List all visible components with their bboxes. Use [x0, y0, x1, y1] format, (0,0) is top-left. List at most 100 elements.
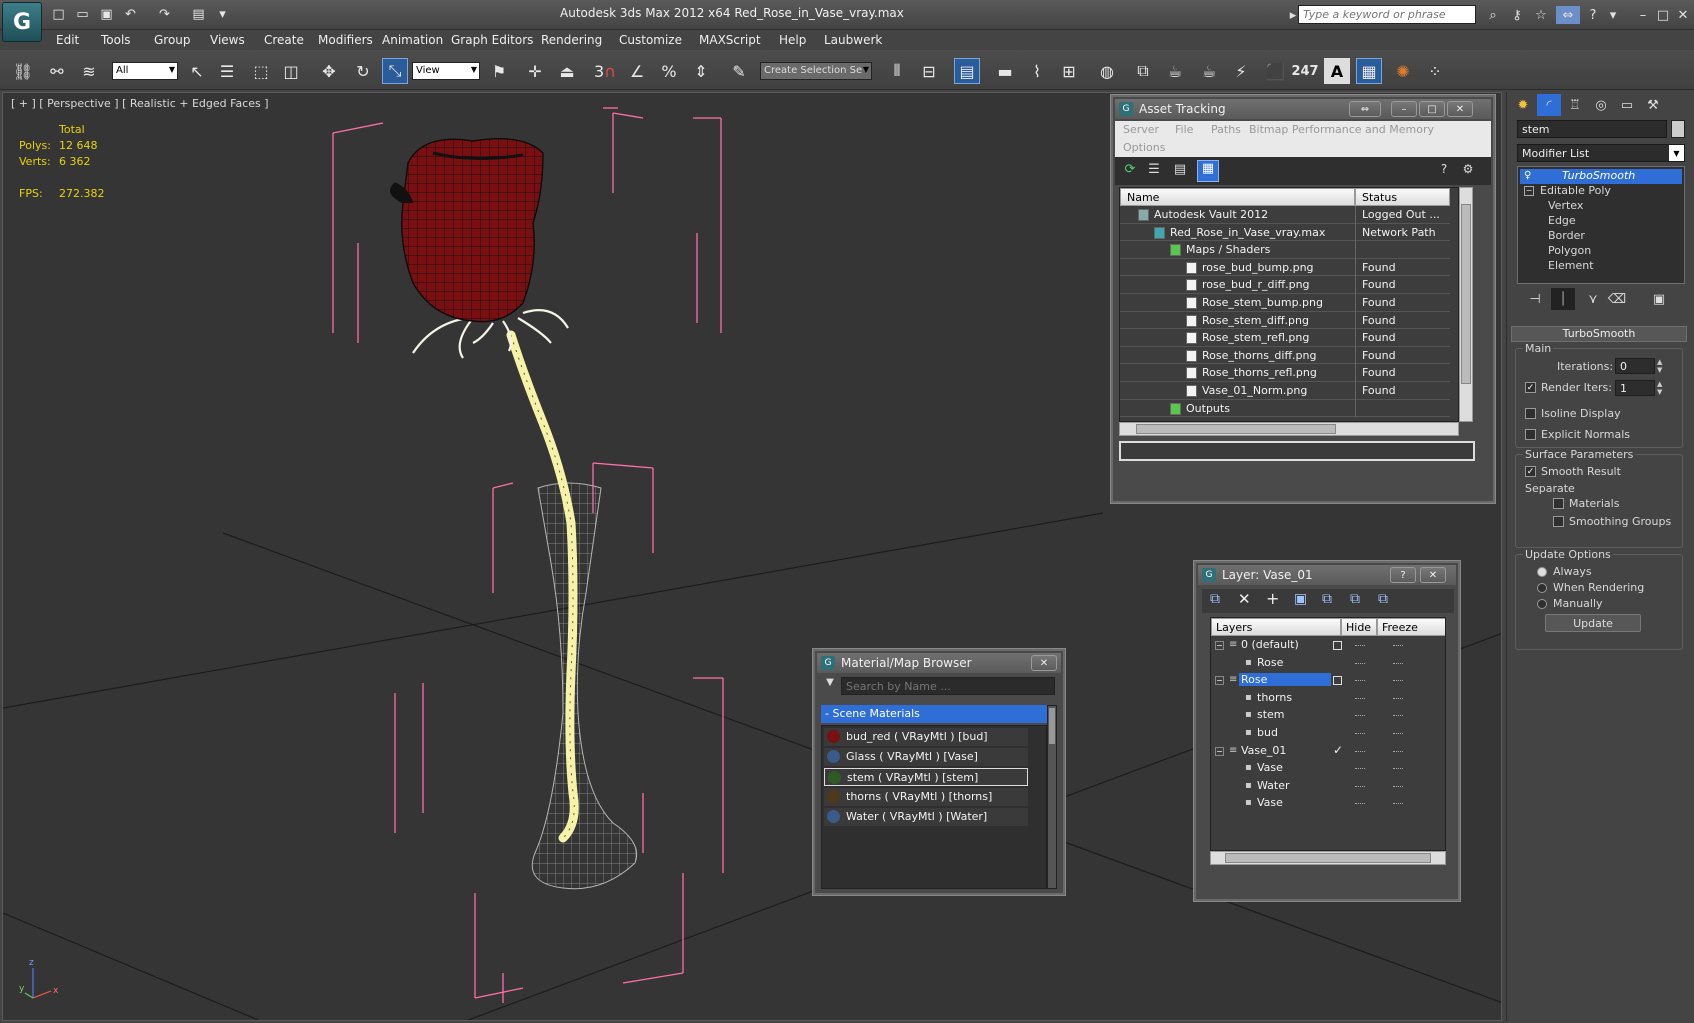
layer-h-scroll-thumb[interactable] [1225, 853, 1431, 863]
menu-options[interactable]: Options [1123, 141, 1165, 154]
make-unique-icon[interactable]: ⋎ [1581, 288, 1605, 310]
rotate-icon[interactable]: ↻ [350, 58, 376, 84]
render-production-icon[interactable]: ☕ [1196, 58, 1222, 84]
render-setup-icon[interactable]: ⧉ [1130, 58, 1156, 84]
asset-row[interactable]: Rose_stem_bump.png Found [1120, 294, 1450, 312]
object-name-field[interactable]: stem [1517, 120, 1667, 138]
reference-coordinate-dropdown[interactable]: View [412, 62, 480, 80]
column-header-name[interactable]: Name [1120, 188, 1355, 206]
bind-space-warp-icon[interactable]: ≋ [76, 58, 102, 84]
list-view-icon[interactable]: ☰ [1145, 162, 1163, 180]
help-icon[interactable]: ? [1435, 162, 1453, 180]
freeze-toggle[interactable] [1393, 733, 1403, 734]
stack-item-editable-poly[interactable]: Editable Poly [1540, 184, 1611, 197]
layer-horizontal-scrollbar[interactable] [1210, 851, 1446, 865]
stack-item-turbosmooth[interactable]: TurboSmooth [1520, 169, 1682, 184]
maximize-icon[interactable]: □ [1419, 101, 1445, 117]
layer-manager-icon[interactable]: ▤ [954, 58, 980, 84]
menu-server[interactable]: Server [1123, 123, 1159, 136]
named-selection-set-dropdown[interactable]: Create Selection Se [760, 62, 872, 80]
menu-file[interactable]: File [1175, 123, 1193, 136]
open-file-icon[interactable]: ▭ [74, 6, 91, 23]
hide-toggle[interactable] [1355, 662, 1365, 664]
scene-materials-group[interactable]: - Scene Materials [821, 705, 1047, 723]
asset-tracking-titlebar[interactable]: G Asset Tracking ⇔ – □ ✕ [1115, 99, 1491, 119]
menu-paths[interactable]: Paths [1211, 123, 1241, 136]
asset-vertical-scrollbar[interactable] [1459, 187, 1473, 422]
add-to-layer-icon[interactable]: + [1266, 589, 1279, 608]
new-file-icon[interactable]: □ [50, 6, 67, 23]
pivot-point-icon[interactable]: ⚑ [486, 58, 512, 84]
utilities-tab-icon[interactable]: ⚒ [1641, 94, 1665, 116]
menu-modifiers[interactable]: Modifiers [318, 33, 373, 47]
configure-sets-icon[interactable]: ▣ [1647, 288, 1671, 310]
layer-object-row[interactable]: ▪ stem [1211, 707, 1445, 725]
create-layer-icon[interactable]: ⧉ [1210, 591, 1220, 607]
mirror-icon[interactable]: ⫴ [884, 58, 910, 84]
current-layer-check-icon[interactable]: ✓ [1333, 743, 1343, 757]
asset-row[interactable]: Outputs [1120, 399, 1450, 418]
column-header-hide[interactable]: Hide [1341, 618, 1377, 636]
material-item[interactable]: bud_red ( VRayMtl ) [bud] [824, 728, 1028, 746]
collapse-icon[interactable]: − [1215, 746, 1224, 756]
current-layer-box[interactable] [1333, 641, 1342, 650]
layer-object-row[interactable]: ▪ bud [1211, 725, 1445, 743]
layer-row[interactable]: − ≡ 0 (default) [1211, 637, 1445, 655]
asset-row[interactable]: Maps / Shaders [1120, 241, 1450, 259]
menu-animation[interactable]: Animation [382, 33, 443, 47]
iterations-spinner[interactable]: 0 [1615, 358, 1655, 374]
freeze-toggle[interactable] [1393, 697, 1403, 699]
hide-toggle[interactable] [1355, 733, 1365, 734]
menu-create[interactable]: Create [264, 33, 304, 47]
separate-smoothing-groups-checkbox[interactable] [1553, 516, 1564, 527]
key-icon[interactable]: ⚷ [1508, 6, 1526, 24]
window-crossing-icon[interactable]: ◫ [278, 58, 304, 84]
material-item[interactable]: thorns ( VRayMtl ) [thorns] [824, 788, 1028, 806]
refresh-icon[interactable]: ⟳ [1121, 162, 1139, 180]
menu-graph-editors[interactable]: Graph Editors [451, 33, 533, 47]
separate-materials-checkbox[interactable] [1553, 498, 1564, 509]
layer-object-row[interactable]: ▪ thorns [1211, 690, 1445, 708]
scale-icon[interactable]: ⤡ [382, 58, 408, 84]
stack-item-edge[interactable]: Edge [1548, 214, 1576, 227]
select-and-manipulate-icon[interactable]: ✛ [522, 58, 548, 84]
highlight-layer-icon[interactable]: ⧉ [1322, 591, 1332, 607]
menu-rendering[interactable]: Rendering [541, 33, 602, 47]
particle-icon[interactable]: ✺ [1390, 58, 1416, 84]
material-browser-titlebar[interactable]: G Material/Map Browser ✕ [817, 653, 1061, 673]
stack-item-border[interactable]: Border [1548, 229, 1585, 242]
curve-editor-icon[interactable]: ⌇ [1024, 58, 1050, 84]
hide-toggle[interactable] [1355, 645, 1365, 646]
current-layer-box[interactable] [1333, 676, 1342, 686]
asset-row[interactable]: Red_Rose_in_Vase_vray.max Network Path [1120, 223, 1450, 242]
asset-row[interactable]: Rose_thorns_refl.png Found [1120, 364, 1450, 382]
menu-maxscript[interactable]: MAXScript [699, 33, 761, 47]
move-icon[interactable]: ✥ [316, 58, 342, 84]
modifier-list-arrow-icon[interactable]: ▼ [1669, 145, 1684, 161]
schematic-view-icon[interactable]: ⊞ [1056, 58, 1082, 84]
layer-dialog-titlebar[interactable]: G Layer: Vase_01 ? ✕ [1198, 565, 1456, 585]
update-button[interactable]: Update [1545, 614, 1641, 632]
render-iters-checkbox[interactable]: ✓ [1525, 382, 1536, 393]
close-icon[interactable]: ✕ [1447, 101, 1473, 117]
save-icon[interactable]: ▣ [98, 6, 115, 23]
asset-horizontal-scrollbar[interactable] [1119, 422, 1459, 436]
snaps-toggle[interactable]: 3 ∩ [592, 58, 618, 84]
scatter-icon[interactable]: ⁘ [1422, 58, 1448, 84]
asset-row[interactable]: Rose_thorns_diff.png Found [1120, 346, 1450, 365]
select-objects-icon[interactable]: ▣ [1294, 591, 1307, 607]
swap-icon[interactable]: ⇔ [1556, 6, 1580, 24]
layer-row[interactable]: − ≡ Vase_01 ✓ [1211, 743, 1445, 761]
lightbulb-icon[interactable]: ♀ [1524, 170, 1534, 182]
close-icon[interactable]: ✕ [1420, 567, 1446, 583]
hide-toggle[interactable] [1355, 697, 1365, 699]
link-icon[interactable]: ⛓ [10, 58, 36, 84]
rendered-frame-window-icon[interactable]: ☕ [1162, 58, 1188, 84]
menu-group[interactable]: Group [154, 33, 191, 47]
thumbnail-view-icon[interactable]: ▤ [1171, 162, 1189, 180]
remove-modifier-icon[interactable]: ⌫ [1605, 288, 1629, 310]
delete-layer-icon[interactable]: ✕ [1238, 590, 1251, 608]
update-when-rendering-radio[interactable] [1537, 583, 1547, 593]
hide-toggle[interactable] [1355, 680, 1365, 682]
asset-row[interactable]: Vase_01_Norm.png Found [1120, 382, 1450, 400]
